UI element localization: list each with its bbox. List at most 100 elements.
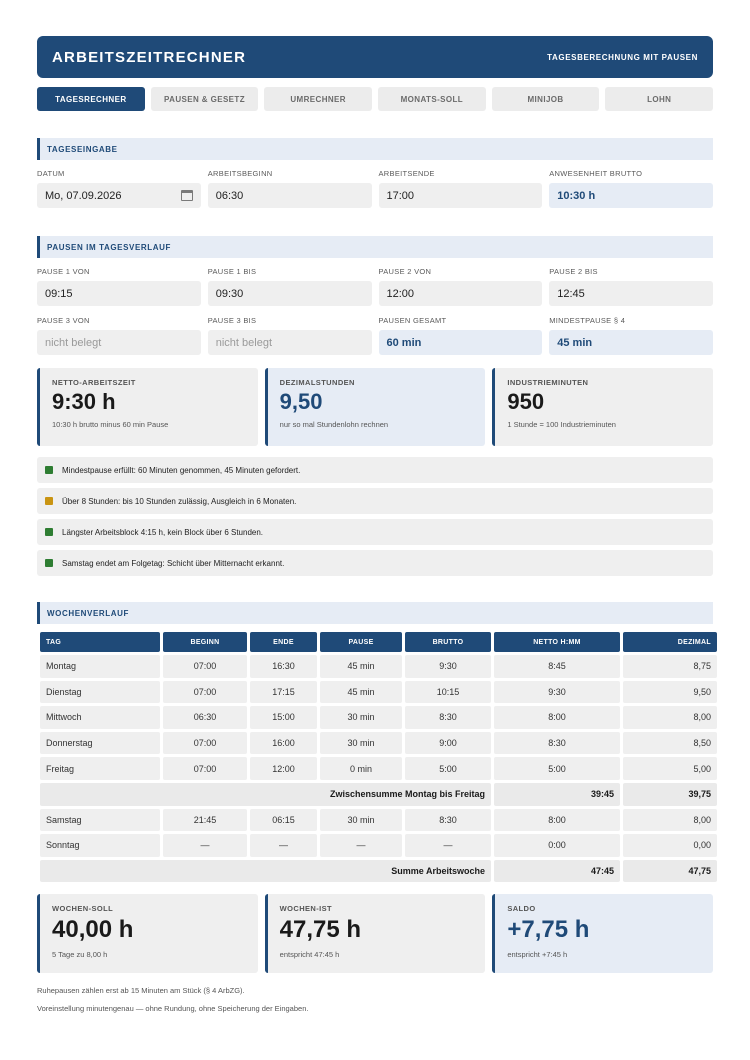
- total-label: Summe Arbeitswoche: [40, 859, 491, 883]
- industrie-note: 1 Stunde = 100 Industrieminuten: [507, 420, 616, 429]
- cell-ende: 16:30: [250, 655, 317, 678]
- cell-pause: 30 min: [320, 808, 402, 832]
- mindestpause-label: MINDESTPAUSE § 4: [549, 316, 626, 325]
- tab-umrechner[interactable]: UMRECHNER: [264, 87, 373, 111]
- tab-pausen-gesetz[interactable]: PAUSEN & GESETZ: [150, 87, 259, 111]
- cell-tag: Sonntag: [40, 834, 160, 857]
- pause2-bis-group: PAUSE 2 BIS 12:45: [549, 267, 713, 306]
- result-cards: NETTO-ARBEITSZEIT 9:30 h 10:30 h brutto …: [37, 368, 714, 446]
- tab-monats-soll[interactable]: MONATS-SOLL: [378, 87, 486, 111]
- section-woche-heading: WOCHENVERLAUF: [37, 602, 713, 624]
- pause1-bis-input[interactable]: 09:30: [207, 281, 372, 306]
- cell-ende: 12:00: [250, 757, 317, 780]
- status-square-icon: [45, 559, 53, 567]
- netto-label: NETTO-ARBEITSZEIT: [52, 378, 136, 387]
- cell-pause: —: [320, 834, 402, 857]
- table-row: Sonntag — — — — 0:00 0,00: [40, 834, 717, 857]
- week-table-wrap: TAG BEGINN ENDE PAUSE BRUTTO NETTO H:MM …: [37, 629, 717, 885]
- total-netto: 47:45: [494, 859, 620, 883]
- note-text: Über 8 Stunden: bis 10 Stunden zulässig,…: [62, 496, 297, 506]
- dezimal-label: DEZIMALSTUNDEN: [279, 378, 355, 387]
- cell-pause: 45 min: [320, 680, 402, 704]
- col-brutto: BRUTTO: [405, 632, 491, 652]
- cell-tag: Mittwoch: [40, 706, 160, 729]
- cell-brutto: 9:30: [405, 655, 491, 678]
- pause1-bis-group: PAUSE 1 BIS 09:30: [207, 267, 372, 306]
- app-subtitle: TAGESBERECHNUNG MIT PAUSEN: [547, 52, 698, 62]
- table-row: Samstag 21:45 06:15 30 min 8:30 8:00 8,0…: [40, 808, 717, 832]
- cell-netto: 8:45: [494, 655, 620, 678]
- pause3-von-label: PAUSE 3 VON: [37, 316, 90, 325]
- cell-tag: Samstag: [40, 808, 160, 832]
- ist-card: WOCHEN-IST 47,75 h entspricht 47:45 h: [264, 894, 486, 974]
- app-header: ARBEITSZEITRECHNER TAGESBERECHNUNG MIT P…: [37, 36, 713, 78]
- table-row: Freitag 07:00 12:00 0 min 5:00 5:00 5,00: [40, 757, 717, 780]
- beginn-input[interactable]: 06:30: [207, 183, 372, 208]
- pause1-von-label: PAUSE 1 VON: [37, 267, 90, 276]
- cell-pause: 30 min: [320, 706, 402, 729]
- brutto-group: ANWESENHEIT BRUTTO 10:30 h: [549, 169, 713, 208]
- datum-value: Mo, 07.09.2026: [45, 189, 122, 202]
- pause2-von-input[interactable]: 12:00: [378, 281, 543, 306]
- saldo-value: +7,75 h: [507, 916, 590, 944]
- pause3-bis-label: PAUSE 3 BIS: [207, 316, 257, 325]
- status-notes: Mindestpause erfüllt: 60 Minuten genomme…: [37, 457, 713, 576]
- subtotal-dezimal: 39,75: [623, 782, 717, 806]
- pause3-von-input[interactable]: nicht belegt: [37, 330, 201, 355]
- pausen-fields-row1: PAUSE 1 VON 09:15 PAUSE 1 BIS 09:30 PAUS…: [37, 267, 713, 306]
- industrie-label: INDUSTRIEMINUTEN: [507, 378, 589, 387]
- app-page: ARBEITSZEITRECHNER TAGESBERECHNUNG MIT P…: [0, 0, 750, 1060]
- industrie-value: 950: [507, 389, 545, 414]
- pause3-bis-group: PAUSE 3 BIS nicht belegt: [207, 316, 372, 355]
- tageseingabe-fields: DATUM Mo, 07.09.2026 ARBEITSBEGINN 06:30…: [37, 169, 713, 208]
- pause2-bis-input[interactable]: 12:45: [549, 281, 713, 306]
- cell-ende: 06:15: [250, 808, 317, 832]
- col-tag: TAG: [40, 632, 160, 652]
- cell-beginn: 07:00: [163, 731, 247, 755]
- cell-brutto: —: [405, 834, 491, 857]
- pausen-fields-row2: PAUSE 3 VON nicht belegt PAUSE 3 BIS nic…: [37, 316, 713, 355]
- calendar-icon[interactable]: [180, 190, 193, 201]
- cell-pause: 45 min: [320, 655, 402, 678]
- mindestpause-group: MINDESTPAUSE § 4 45 min: [549, 316, 713, 355]
- status-square-icon: [45, 528, 53, 536]
- tab-tagesrechner[interactable]: TAGESRECHNER: [37, 87, 145, 111]
- datum-input[interactable]: Mo, 07.09.2026: [37, 183, 201, 208]
- cell-pause: 0 min: [320, 757, 402, 780]
- col-pause: PAUSE: [320, 632, 402, 652]
- subtotal-row: Zwischensumme Montag bis Freitag 39:45 3…: [40, 782, 717, 806]
- status-square-icon: [45, 497, 53, 505]
- netto-note: 10:30 h brutto minus 60 min Pause: [52, 420, 169, 429]
- dezimal-card: DEZIMALSTUNDEN 9,50 nur so mal Stundenlo…: [264, 368, 486, 446]
- cell-beginn: 06:30: [163, 706, 247, 729]
- soll-note: 5 Tage zu 8,00 h: [52, 950, 108, 960]
- pause3-bis-input[interactable]: nicht belegt: [207, 330, 372, 355]
- total-dezimal: 47,75: [623, 859, 717, 883]
- note-text: Samstag endet am Folgetag: Schicht über …: [62, 558, 285, 568]
- brutto-output: 10:30 h: [549, 183, 713, 208]
- mindestpause-output: 45 min: [549, 330, 713, 355]
- cell-beginn: 07:00: [163, 757, 247, 780]
- ende-input[interactable]: 17:00: [378, 183, 543, 208]
- subtotal-label: Zwischensumme Montag bis Freitag: [40, 782, 491, 806]
- pause3-von-group: PAUSE 3 VON nicht belegt: [37, 316, 201, 355]
- table-row: Montag 07:00 16:30 45 min 9:30 8:45 8,75: [40, 655, 717, 678]
- footer-notes: Ruhepausen zählen erst ab 15 Minuten am …: [37, 982, 713, 1018]
- footer-line: Voreinstellung minutengenau — ohne Rundu…: [37, 1004, 309, 1014]
- pause1-von-input[interactable]: 09:15: [37, 281, 201, 306]
- cell-tag: Donnerstag: [40, 731, 160, 755]
- pausen-gesamt-label: PAUSEN GESAMT: [378, 316, 447, 325]
- section-tageseingabe-heading: TAGESEINGABE: [37, 138, 713, 160]
- cell-pause: 30 min: [320, 731, 402, 755]
- pause2-von-label: PAUSE 2 VON: [378, 267, 432, 276]
- cell-tag: Dienstag: [40, 680, 160, 704]
- cell-ende: —: [250, 834, 317, 857]
- saldo-card: SALDO +7,75 h entspricht +7:45 h: [492, 894, 714, 974]
- cell-netto: 0:00: [494, 834, 620, 857]
- tab-minijob[interactable]: MINIJOB: [491, 87, 600, 111]
- tab-lohn[interactable]: LOHN: [605, 87, 714, 111]
- cell-beginn: 07:00: [163, 655, 247, 678]
- netto-card: NETTO-ARBEITSZEIT 9:30 h 10:30 h brutto …: [37, 368, 258, 446]
- tab-bar: TAGESRECHNER PAUSEN & GESETZ UMRECHNER M…: [37, 87, 714, 111]
- subtotal-netto: 39:45: [494, 782, 620, 806]
